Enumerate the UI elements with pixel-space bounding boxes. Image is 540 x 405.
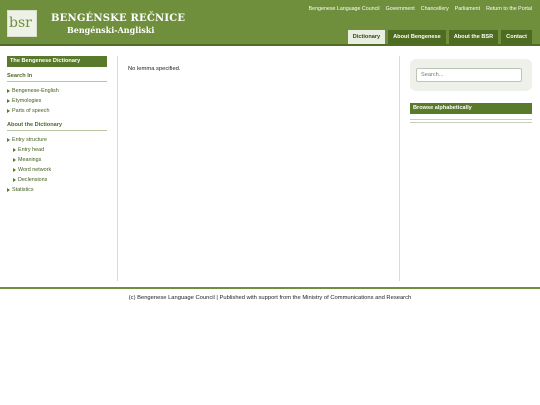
sidebar-item-bengenese-english[interactable]: Bengenese-English xyxy=(7,86,107,96)
sidebar-item-label: Entry head xyxy=(18,147,45,153)
sidebar-item-label: Meanings xyxy=(18,157,42,163)
site-subtitle: Bengénski-Angliski xyxy=(67,25,155,35)
tab-about-bsr[interactable]: About the BSR xyxy=(448,30,499,44)
status-message: No lemma specified. xyxy=(128,66,181,72)
topnav-link-return-portal[interactable]: Return to the Portal xyxy=(486,6,532,12)
sidebar-item-label: Statistics xyxy=(12,187,34,193)
tab-dictionary[interactable]: Dictionary xyxy=(347,30,386,44)
sidebar-title: The Bengenese Dictionary xyxy=(7,56,107,67)
search-panel xyxy=(410,59,532,91)
bullet-arrow-icon xyxy=(7,89,10,93)
sidebar-item-statistics[interactable]: Statistics xyxy=(7,185,107,195)
logo[interactable]: bsr xyxy=(7,10,37,37)
browse-alphabetically-heading[interactable]: Browse alphabetically xyxy=(410,103,532,114)
bullet-arrow-icon xyxy=(7,109,10,113)
site-title: BENGÉNSKE REČNICE xyxy=(51,13,186,24)
bullet-arrow-icon xyxy=(13,178,16,182)
about-dictionary-list: Entry structure Entry head Meanings Word… xyxy=(7,135,107,195)
tab-about-bengenese[interactable]: About Bengenese xyxy=(388,30,446,44)
sidebar-item-label: Entry structure xyxy=(12,137,48,143)
sidebar-item-entry-head[interactable]: Entry head xyxy=(7,145,107,155)
sidebar-item-etymologies[interactable]: Etymologies xyxy=(7,96,107,106)
sidebar-item-meanings[interactable]: Meanings xyxy=(7,155,107,165)
bullet-arrow-icon xyxy=(13,148,16,152)
bullet-arrow-icon xyxy=(13,158,16,162)
footer-copyright: (c) Bengenese Language Council | Publish… xyxy=(128,295,412,301)
sidebar-item-label: Declensions xyxy=(18,177,48,183)
top-navigation: Bengenese Language Council Government Ch… xyxy=(309,6,532,12)
column-divider-right xyxy=(399,56,400,281)
browse-divider xyxy=(410,119,532,123)
bullet-arrow-icon xyxy=(7,188,10,192)
sidebar-item-word-network[interactable]: Word network xyxy=(7,165,107,175)
topnav-link-government[interactable]: Government xyxy=(386,6,415,12)
tab-contact[interactable]: Contact xyxy=(501,30,532,44)
topnav-link-language-council[interactable]: Bengenese Language Council xyxy=(309,6,380,12)
search-in-heading: Search In xyxy=(7,73,107,82)
footer-divider xyxy=(0,287,540,289)
bullet-arrow-icon xyxy=(7,99,10,103)
sidebar-item-entry-structure[interactable]: Entry structure xyxy=(7,135,107,145)
bullet-arrow-icon xyxy=(13,168,16,172)
main-tabs: Dictionary About Bengenese About the BSR… xyxy=(347,30,532,44)
sidebar-item-label: Bengenese-English xyxy=(12,88,59,94)
search-in-list: Bengenese-English Etymologies Parts of s… xyxy=(7,86,107,116)
column-divider-left xyxy=(117,56,118,281)
search-input[interactable] xyxy=(416,68,522,82)
left-sidebar: The Bengenese Dictionary Search In Benge… xyxy=(7,56,107,195)
sidebar-item-label: Word network xyxy=(18,167,52,173)
sidebar-item-parts-of-speech[interactable]: Parts of speech xyxy=(7,106,107,116)
header-divider xyxy=(0,44,540,46)
about-dictionary-heading: About the Dictionary xyxy=(7,122,107,131)
sidebar-item-label: Parts of speech xyxy=(12,108,50,114)
logo-text: bsr xyxy=(9,15,32,31)
topnav-link-chancellery[interactable]: Chancellery xyxy=(421,6,449,12)
topnav-link-parliament[interactable]: Parliament xyxy=(455,6,480,12)
sidebar-item-declensions[interactable]: Declensions xyxy=(7,175,107,185)
sidebar-item-label: Etymologies xyxy=(12,98,42,104)
site-header: bsr BENGÉNSKE REČNICE Bengénski-Angliski… xyxy=(0,0,540,46)
bullet-arrow-icon xyxy=(7,138,10,142)
